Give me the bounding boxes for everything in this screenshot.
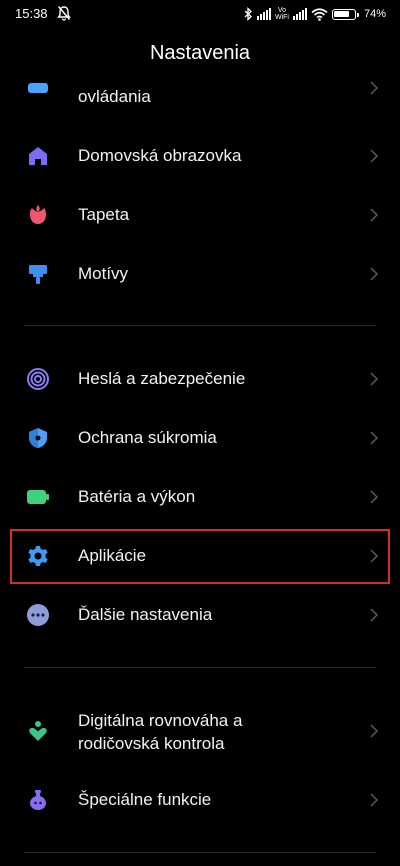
chevron-right-icon <box>370 608 379 622</box>
section-divider <box>24 667 376 668</box>
settings-item-digital-wellbeing[interactable]: Digitálna rovnováha a rodičovská kontrol… <box>0 706 400 756</box>
status-time: 15:38 <box>15 6 48 21</box>
settings-item-special-features[interactable]: Špeciálne funkcie <box>0 779 400 821</box>
settings-item-label: Batéria a výkon <box>78 487 196 506</box>
paint-roller-icon <box>24 260 52 288</box>
chevron-right-icon <box>370 793 379 807</box>
settings-item-passwords-security[interactable]: Heslá a zabezpečenie <box>0 358 400 400</box>
chevron-right-icon <box>370 431 379 445</box>
battery-fill <box>334 11 349 17</box>
chevron-right-icon <box>370 267 379 281</box>
settings-item-wallpaper[interactable]: Tapeta <box>0 194 400 236</box>
label-line-2: rodičovská kontrola <box>78 734 225 753</box>
section-divider <box>24 325 376 326</box>
settings-item-label: Špeciálne funkcie <box>78 790 212 809</box>
settings-item-privacy[interactable]: Ochrana súkromia <box>0 417 400 459</box>
settings-item-apps[interactable]: Aplikácie <box>0 535 400 577</box>
status-bar: 15:38 Vo WiFi 74% <box>0 0 400 28</box>
chevron-right-icon <box>370 724 379 738</box>
label-line-1: Digitálna rovnováha a <box>78 711 243 730</box>
signal-icon-1 <box>256 8 271 20</box>
settings-item-more-settings[interactable]: Ďalšie nastavenia <box>0 594 400 636</box>
chevron-right-icon <box>370 149 379 163</box>
settings-item-label: Motívy <box>78 264 129 283</box>
more-dots-icon <box>24 601 52 629</box>
settings-item-label: Tapeta <box>78 205 130 224</box>
privacy-shield-icon <box>24 424 52 452</box>
chevron-right-icon <box>370 208 379 222</box>
fingerprint-icon <box>24 365 52 393</box>
settings-item-home-screen[interactable]: Domovská obrazovka <box>0 135 400 177</box>
tulip-icon <box>24 201 52 229</box>
settings-item-label: Aplikácie <box>78 546 147 565</box>
gear-icon <box>24 542 52 570</box>
home-icon <box>24 142 52 170</box>
settings-item-controls[interactable]: ovládania <box>0 81 400 112</box>
settings-item-label: Heslá a zabezpečenie <box>78 369 246 388</box>
settings-item-battery-performance[interactable]: Batéria a výkon <box>0 476 400 518</box>
chevron-right-icon <box>370 490 379 504</box>
settings-item-themes[interactable]: Motívy <box>0 253 400 295</box>
settings-item-label: ovládania <box>78 87 151 106</box>
settings-item-label: Ochrana súkromia <box>78 428 217 447</box>
chevron-right-icon <box>370 372 379 386</box>
potion-icon <box>24 786 52 814</box>
rectangle-icon <box>24 82 52 96</box>
page-title: Nastavenia <box>149 42 251 64</box>
battery-indicator <box>331 8 359 20</box>
settings-item-label: Digitálna rovnováha a rodičovská kontrol… <box>78 709 242 755</box>
bluetooth-icon <box>244 7 252 21</box>
volte-label: Vo WiFi <box>274 7 289 21</box>
section-divider <box>24 852 376 853</box>
status-indicators: Vo WiFi 74% <box>244 5 386 23</box>
battery-percent: 74% <box>363 8 386 20</box>
signal-icon-2 <box>292 8 307 20</box>
settings-item-label: Domovská obrazovka <box>78 146 242 165</box>
chevron-right-icon <box>370 81 379 95</box>
wifi-icon <box>311 7 328 21</box>
muted-bell-icon <box>57 6 71 21</box>
battery-icon <box>24 483 52 511</box>
settings-item-label: Ďalšie nastavenia <box>78 605 213 624</box>
chevron-right-icon <box>370 549 379 563</box>
person-heart-icon <box>24 717 52 745</box>
